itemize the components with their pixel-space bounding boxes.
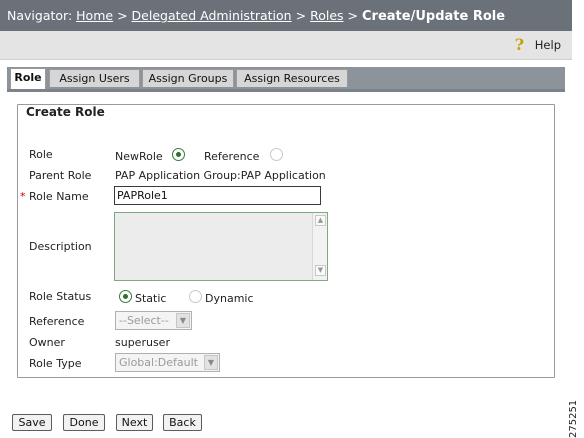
- static-radio[interactable]: [119, 290, 132, 303]
- reference-select-value: --Select--: [119, 314, 169, 327]
- role-status-label: Role Status: [29, 290, 92, 303]
- role-type-select[interactable]: Global:Default ▼: [115, 353, 220, 372]
- next-button[interactable]: Next: [116, 414, 153, 431]
- done-button[interactable]: Done: [63, 414, 105, 431]
- scroll-up-icon[interactable]: ▲: [315, 215, 326, 226]
- fieldset-legend: Create Role: [22, 105, 109, 119]
- role-type-label: Role Type: [29, 357, 82, 370]
- parent-role-value: PAP Application Group:PAP Application: [115, 169, 326, 182]
- owner-value: superuser: [115, 336, 170, 349]
- breadcrumb-separator: >: [117, 8, 128, 23]
- static-option-label: Static: [135, 292, 167, 305]
- page-title: Create/Update Role: [362, 9, 506, 24]
- breadcrumb-delegated-administration[interactable]: Delegated Administration: [132, 8, 292, 23]
- tab-assign-resources[interactable]: Assign Resources: [236, 69, 348, 87]
- role-name-input[interactable]: [114, 186, 321, 205]
- reference-select[interactable]: --Select-- ▼: [115, 311, 192, 330]
- figure-id: 275251: [568, 399, 579, 438]
- help-label: Help: [534, 38, 561, 52]
- parent-role-label: Parent Role: [29, 169, 92, 182]
- tab-assign-groups[interactable]: Assign Groups: [142, 69, 234, 87]
- reference-option-label: Reference: [204, 150, 260, 163]
- description-label: Description: [29, 240, 92, 253]
- help-link[interactable]: ? Help: [515, 37, 561, 53]
- role-type-select-value: Global:Default: [119, 356, 198, 369]
- breadcrumb-separator: >: [347, 8, 359, 23]
- newrole-option-label: NewRole: [115, 150, 163, 163]
- chevron-down-icon: ▼: [176, 313, 190, 328]
- dynamic-option-label: Dynamic: [205, 292, 254, 305]
- reference-label: Reference: [29, 315, 85, 328]
- back-button[interactable]: Back: [163, 414, 202, 431]
- description-textarea[interactable]: ▲ ▼: [114, 212, 328, 281]
- tab-role[interactable]: Role: [10, 68, 46, 89]
- chevron-down-icon: ▼: [204, 355, 218, 370]
- help-icon: ?: [514, 35, 525, 54]
- save-button[interactable]: Save: [12, 414, 52, 431]
- breadcrumb-separator: >: [295, 8, 307, 23]
- scroll-down-icon[interactable]: ▼: [315, 265, 326, 276]
- navigator-bar: Navigator: Home > Delegated Administration…: [0, 0, 572, 31]
- breadcrumb-roles[interactable]: Roles: [310, 8, 343, 23]
- dynamic-radio[interactable]: [189, 290, 202, 303]
- tab-strip: Role Assign Users Assign Groups Assign R…: [7, 67, 565, 92]
- owner-label: Owner: [29, 336, 65, 349]
- help-bar: ? Help: [0, 31, 572, 60]
- required-marker: *: [20, 190, 26, 203]
- tab-assign-users[interactable]: Assign Users: [49, 69, 140, 87]
- newrole-radio[interactable]: [172, 148, 185, 161]
- reference-radio[interactable]: [270, 148, 283, 161]
- role-name-label: Role Name: [29, 190, 89, 203]
- navigator-label: Navigator:: [7, 8, 73, 23]
- role-label: Role: [29, 148, 53, 161]
- breadcrumb-home[interactable]: Home: [76, 8, 113, 23]
- description-scrollbar[interactable]: ▲ ▼: [312, 213, 327, 280]
